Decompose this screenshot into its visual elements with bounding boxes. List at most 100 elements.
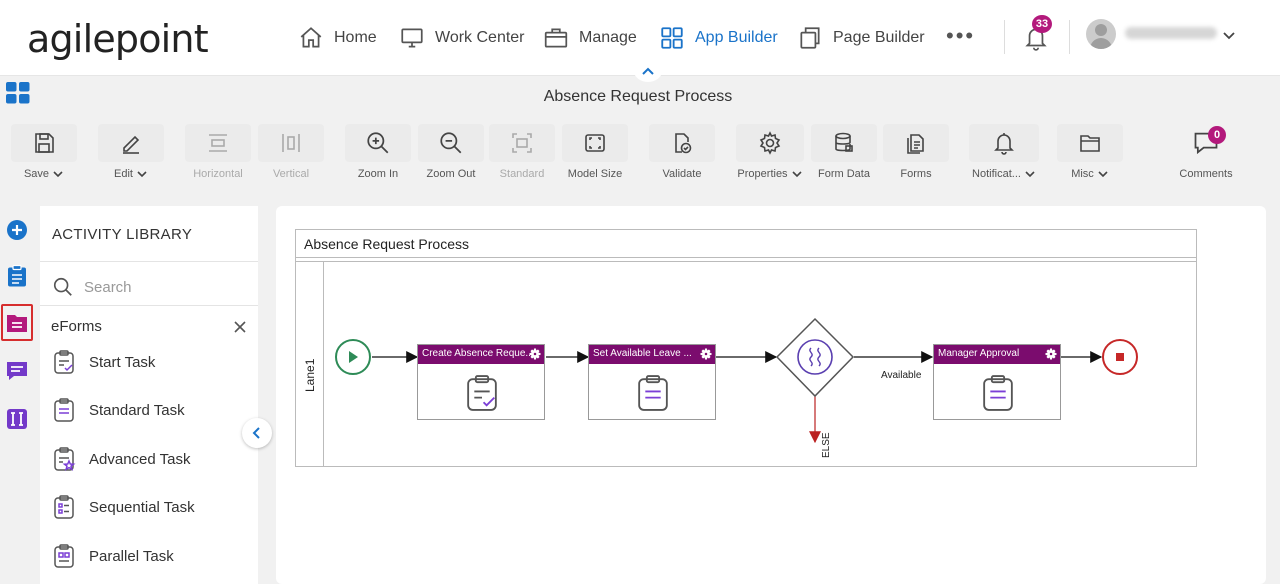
start-event[interactable] (335, 339, 371, 375)
avatar[interactable] (1086, 19, 1116, 49)
library-item-label: Advanced Task (89, 450, 191, 468)
form-data-button[interactable]: Form Data (811, 124, 877, 182)
sequential-task-icon (54, 495, 74, 519)
form-data-label: Form Data (818, 168, 870, 180)
forms-icon (907, 134, 924, 154)
nav-manage-label: Manage (579, 29, 637, 46)
collapse-library-button[interactable] (242, 418, 272, 448)
standard-task-icon (54, 398, 74, 422)
chevron-down-icon[interactable] (1221, 27, 1237, 43)
chevron-down-icon (137, 171, 147, 178)
library-search-input[interactable]: Search (52, 276, 132, 298)
eforms-folder-icon[interactable] (5, 311, 29, 335)
nav-app-builder[interactable]: App Builder (659, 22, 778, 54)
zoom-in-icon (367, 132, 389, 154)
start-task-icon (54, 350, 74, 374)
library-item-sequential-task[interactable]: Sequential Task (51, 494, 195, 520)
save-icon (35, 133, 54, 153)
standard-task-icon (983, 375, 1013, 411)
vertical-align-icon (282, 134, 300, 152)
search-placeholder: Search (84, 278, 132, 296)
gear-icon (759, 131, 781, 155)
misc-button[interactable]: Misc (1057, 124, 1123, 182)
apps-grid-icon (661, 27, 683, 49)
model-size-button[interactable]: Model Size (562, 124, 628, 182)
chevron-down-icon (53, 171, 63, 178)
library-item-start-task[interactable]: Start Task (51, 349, 155, 375)
gear-icon[interactable] (1045, 348, 1057, 360)
clipboard-icon[interactable] (5, 264, 29, 288)
collapse-header-button[interactable] (634, 60, 662, 82)
left-rail (0, 206, 34, 584)
task-title: Manager Approval (938, 348, 1020, 359)
task-set-available-leave[interactable]: Set Available Leave ... (588, 344, 716, 420)
comments-button[interactable]: Comments (1172, 124, 1240, 182)
zoom-in-label: Zoom In (357, 168, 399, 180)
library-item-advanced-task[interactable]: Advanced Task (51, 446, 190, 472)
standard-size-button[interactable]: Standard (489, 124, 555, 182)
search-icon (53, 277, 72, 296)
horizontal-align-icon (209, 134, 227, 152)
chevron-down-icon (1098, 171, 1108, 178)
user-name-redacted[interactable] (1125, 27, 1217, 39)
chevron-up-icon (642, 67, 654, 75)
horizontal-label: Horizontal (193, 168, 243, 180)
comments-count-badge: 0 (1208, 126, 1226, 144)
divider (1069, 20, 1070, 54)
standard-task-icon (638, 375, 668, 411)
forms-label: Forms (900, 168, 932, 180)
forms-button[interactable]: Forms (883, 124, 949, 182)
add-icon[interactable] (5, 218, 29, 242)
misc-label: Misc (1071, 168, 1094, 180)
folder-icon (1080, 135, 1100, 152)
horizontal-align-button[interactable]: Horizontal (185, 124, 251, 182)
agilepoint-logo[interactable]: agilepoint (27, 17, 209, 61)
advanced-task-icon (54, 447, 76, 471)
zoom-out-button[interactable]: Zoom Out (418, 124, 484, 182)
standard-size-icon (512, 133, 532, 153)
chevron-down-icon (791, 171, 802, 178)
page-title: Absence Request Process (543, 88, 733, 105)
bell-icon (994, 133, 1014, 155)
nav-manage[interactable]: Manage (543, 22, 637, 54)
vertical-align-button[interactable]: Vertical (258, 124, 324, 182)
nav-work-center[interactable]: Work Center (399, 22, 525, 54)
eforms-category-title: eForms (51, 318, 102, 335)
task-manager-approval[interactable]: Manager Approval (933, 344, 1061, 420)
model-size-icon (585, 134, 605, 152)
process-pool[interactable]: Absence Request Process Lane1 Create Abs… (295, 229, 1197, 467)
integration-icon[interactable] (5, 407, 29, 431)
library-item-label: Start Task (89, 353, 156, 371)
model-size-label: Model Size (567, 168, 623, 180)
comments-label: Comments (1179, 168, 1233, 180)
end-event[interactable] (1102, 339, 1138, 375)
library-item-label: Sequential Task (89, 498, 195, 516)
gear-icon[interactable] (700, 348, 712, 360)
gear-icon[interactable] (529, 348, 541, 360)
task-create-absence-request[interactable]: Create Absence Reque... (417, 344, 545, 420)
more-menu-icon[interactable]: ••• (946, 25, 975, 47)
notification-count-badge: 33 (1032, 15, 1052, 33)
gateway[interactable] (775, 317, 855, 398)
zoom-in-button[interactable]: Zoom In (345, 124, 411, 182)
validate-label: Validate (662, 168, 702, 180)
nav-page-builder[interactable]: Page Builder (797, 22, 925, 54)
nav-page-builder-label: Page Builder (833, 29, 925, 46)
library-item-label: Parallel Task (89, 547, 174, 565)
chat-icon[interactable] (5, 359, 29, 383)
edit-button[interactable]: Edit (98, 124, 164, 182)
library-item-parallel-task[interactable]: Parallel Task (51, 543, 174, 569)
library-item-label: Standard Task (89, 401, 185, 419)
task-title: Set Available Leave ... (593, 348, 692, 359)
properties-button[interactable]: Properties (736, 124, 804, 182)
library-item-standard-task[interactable]: Standard Task (51, 397, 185, 423)
save-button[interactable]: Save (11, 124, 77, 182)
validate-icon (675, 133, 692, 154)
divider (40, 305, 258, 306)
nav-home[interactable]: Home (298, 22, 377, 54)
close-icon[interactable] (233, 320, 247, 334)
validate-button[interactable]: Validate (649, 124, 715, 182)
notifications-button[interactable]: Notificat... (969, 124, 1039, 182)
activity-library-title: ACTIVITY LIBRARY (52, 226, 193, 243)
process-canvas[interactable]: Absence Request Process Lane1 Create Abs… (276, 206, 1266, 584)
